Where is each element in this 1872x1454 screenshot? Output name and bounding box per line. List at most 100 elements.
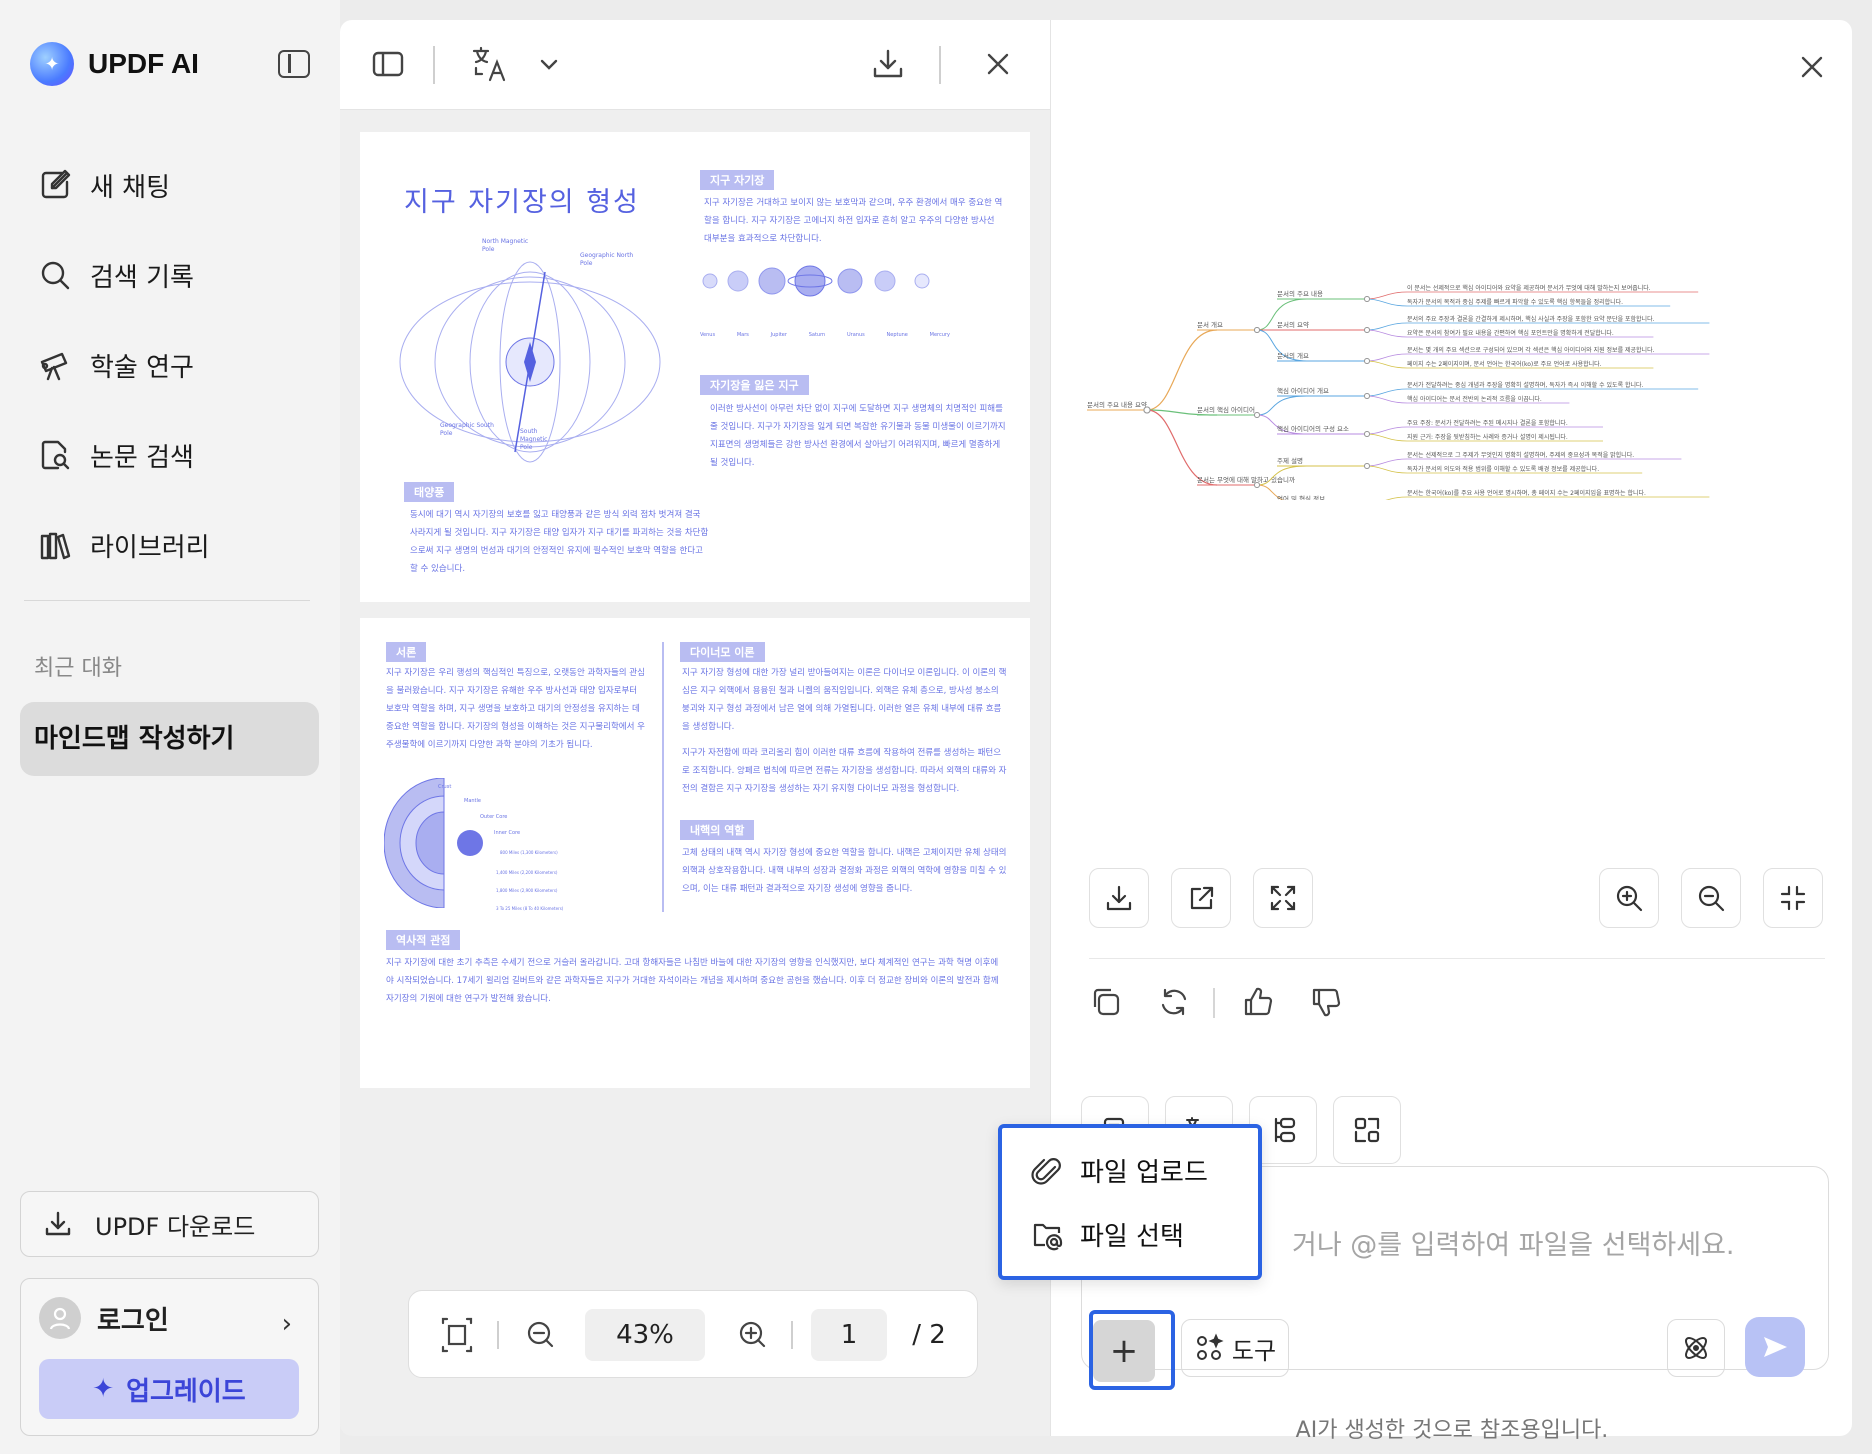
paperclip-icon [1031,1157,1061,1185]
mindmap-edge [1366,360,1408,369]
mindmap-child: 언어 및 형식 정보 [1277,494,1325,500]
mindmap-leaf: 문서는 선제적으로 그 주제가 무엇인지 명확히 설명하며, 주제의 중요성과 … [1407,451,1634,459]
folder-at-icon [1033,1223,1063,1250]
collapse-icon [1780,885,1806,911]
app-name: UPDF AI [88,48,199,79]
planet-label: Mars [736,332,749,338]
send-button[interactable] [1745,1317,1805,1377]
mindmap-zoom-out-button[interactable] [1681,868,1741,928]
diagram-label: Geographic North Pole [580,252,634,267]
thumbs-down-icon[interactable] [1309,985,1343,1019]
paragraph: 지구 자기장에 대한 초기 추측은 수세기 전으로 거슬러 올라갑니다. 고대 … [386,958,999,1004]
zoom-in-icon[interactable] [733,1309,773,1361]
mindmap-edge [1366,426,1408,435]
mindmap-node-dot [1364,327,1370,333]
recent-label: 최근 대화 [34,656,122,681]
model-select-button[interactable] [1667,1319,1725,1377]
pdf-viewer: 지구 자기장의 형성 North Magnetic Pole Geographi… [340,20,1050,1436]
sidebar-item-new-chat[interactable]: 새 채팅 [38,140,210,230]
sidebar-item-paper-search[interactable]: 논문 검색 [38,410,210,500]
mindmap-branch: 문서의 핵심 아이디어 [1197,405,1255,414]
paragraph: 지구 자기장은 우리 행성의 핵심적인 특징으로, 오랫동안 과학자들의 관심을… [386,668,645,750]
updf-logo-icon: ✦ [30,42,74,86]
sidebar-item-label: 새 채팅 [90,172,171,203]
thumbs-up-icon[interactable] [1241,985,1275,1019]
zoom-out-icon[interactable] [521,1309,561,1361]
paragraph: 고체 상태의 내핵 역시 자기장 형성에 중요한 역할을 합니다. 내핵은 고체… [682,848,1007,894]
mindmap-node-dot [1254,482,1260,488]
login-label: 로그인 [97,1305,169,1336]
toolbar-separator [939,46,941,84]
section-tag: 태양풍 [404,482,455,502]
sidebar-panel-icon[interactable] [370,46,406,82]
chevron-down-icon[interactable] [536,46,562,82]
mindmap-download-button[interactable] [1089,868,1149,928]
planets-diagram [702,265,930,297]
sidebar-item-academic-research[interactable]: 학술 연구 [38,320,210,410]
mindmap-edge [1366,353,1408,362]
mindmap-edge [1366,388,1408,397]
mindmap-leaf: 핵심 아이디어는 문서 전반의 논리적 흐름을 이끕니다. [1407,395,1542,403]
mindmap-fullscreen-button[interactable] [1253,868,1313,928]
recent-chat-item[interactable]: 마인드맵 작성하기 [20,702,319,776]
sidebar-item-search-history[interactable]: 검색 기록 [38,230,210,320]
mindmap-child: 주제 설명 [1277,456,1303,465]
fit-page-icon[interactable] [437,1309,477,1361]
disclaimer: AI가 생성한 것으로 참조용입니다. [1295,1418,1609,1443]
mindmap-node-dot [1364,393,1370,399]
tools-icon [1196,1333,1224,1360]
mindmap-edge [1366,329,1408,338]
download-icon [45,1211,71,1236]
download-updf-button[interactable]: UPDF 다운로드 [20,1191,319,1257]
mindmap-edge [1366,458,1408,467]
download-icon[interactable] [870,46,906,82]
page-number-input[interactable]: 1 [811,1309,887,1361]
mindmap-leaf: 문서가 전달하려는 중심 개념과 주장을 명확히 설명하며, 독자가 즉시 이해… [1407,381,1644,389]
paragraph: 지구 자기장은 거대하고 보이지 않는 보호막과 같으며, 우주 환경에서 매우… [704,198,1003,244]
highlight-box [1089,1310,1175,1390]
expand-icon [1270,885,1296,911]
mindmap-leaf: 이 문서는 선제적으로 핵심 아이디어와 요약을 제공하며 문서가 무엇에 대해… [1407,284,1651,292]
section-tag: 서론 [386,642,427,662]
sidebar-item-label: 논문 검색 [90,442,194,473]
mindmap-child: 문서의 요약 [1277,320,1309,329]
share-icon [1190,886,1214,910]
mindmap-zoom-in-button[interactable] [1599,868,1659,928]
menu-item-file-select[interactable]: 파일 선택 [1030,1216,1184,1253]
tools-label: 도구 [1231,1336,1277,1365]
regenerate-icon[interactable] [1157,985,1191,1019]
sidebar-item-label: 검색 기록 [90,262,194,293]
copy-icon[interactable] [1089,985,1123,1019]
outline-icon [1274,1117,1296,1143]
toolbar-separator [497,1321,499,1349]
account-panel: 로그인 › ✦ 업그레이드 [20,1278,319,1436]
zoom-level[interactable]: 43% [585,1309,705,1361]
layer-label: Mantle [464,798,481,804]
sidebar-item-library[interactable]: 라이브러리 [38,500,210,590]
mindmap-leaf: 주요 주장: 문서가 전달하려는 주된 메시지나 결론을 포함합니다. [1407,419,1568,427]
paragraph: 동시에 대기 역시 자기장의 보호를 잃고 태양풍과 같은 방식 외력 점차 벗… [410,510,709,574]
diagram-label: South Magnetic Pole [520,428,548,451]
translate-icon[interactable] [470,44,510,84]
pdf-page-1: 지구 자기장의 형성 North Magnetic Pole Geographi… [360,132,1030,602]
close-icon[interactable] [1797,52,1827,82]
mindmap-button[interactable] [1333,1096,1401,1164]
tools-button[interactable]: 도구 [1181,1319,1289,1377]
menu-item-file-upload[interactable]: 파일 업로드 [1030,1152,1208,1189]
close-icon[interactable] [980,46,1016,82]
upgrade-button[interactable]: ✦ 업그레이드 [39,1359,299,1419]
chevron-right-icon[interactable]: › [282,1309,292,1339]
mindmap-branch: 문서는 무엇에 대해 말하고 있습니까 [1197,475,1295,484]
mindmap-leaf: 독자가 문서의 의도와 적용 범위를 이해할 수 있도록 배경 정보를 제공합니… [1407,465,1599,473]
mindmap-fit-button[interactable] [1763,868,1823,928]
mindmap-leaf: 문서의 주요 주장과 결론을 간결하게 제시하며, 핵심 사실과 주장을 포함한… [1407,315,1655,323]
mindmap-edge [1366,298,1408,307]
login-row[interactable]: 로그인 [39,1297,169,1339]
collapse-sidebar-button[interactable] [278,50,310,78]
mindmap-edge [1146,409,1218,486]
doc-search-icon [41,440,70,470]
chat-input-placeholder: 거나 @를 입력하여 파일을 선택하세요. [1292,1230,1735,1261]
mindmap-edge [1385,496,1408,500]
user-icon [49,1307,71,1330]
mindmap-share-button[interactable] [1171,868,1231,928]
